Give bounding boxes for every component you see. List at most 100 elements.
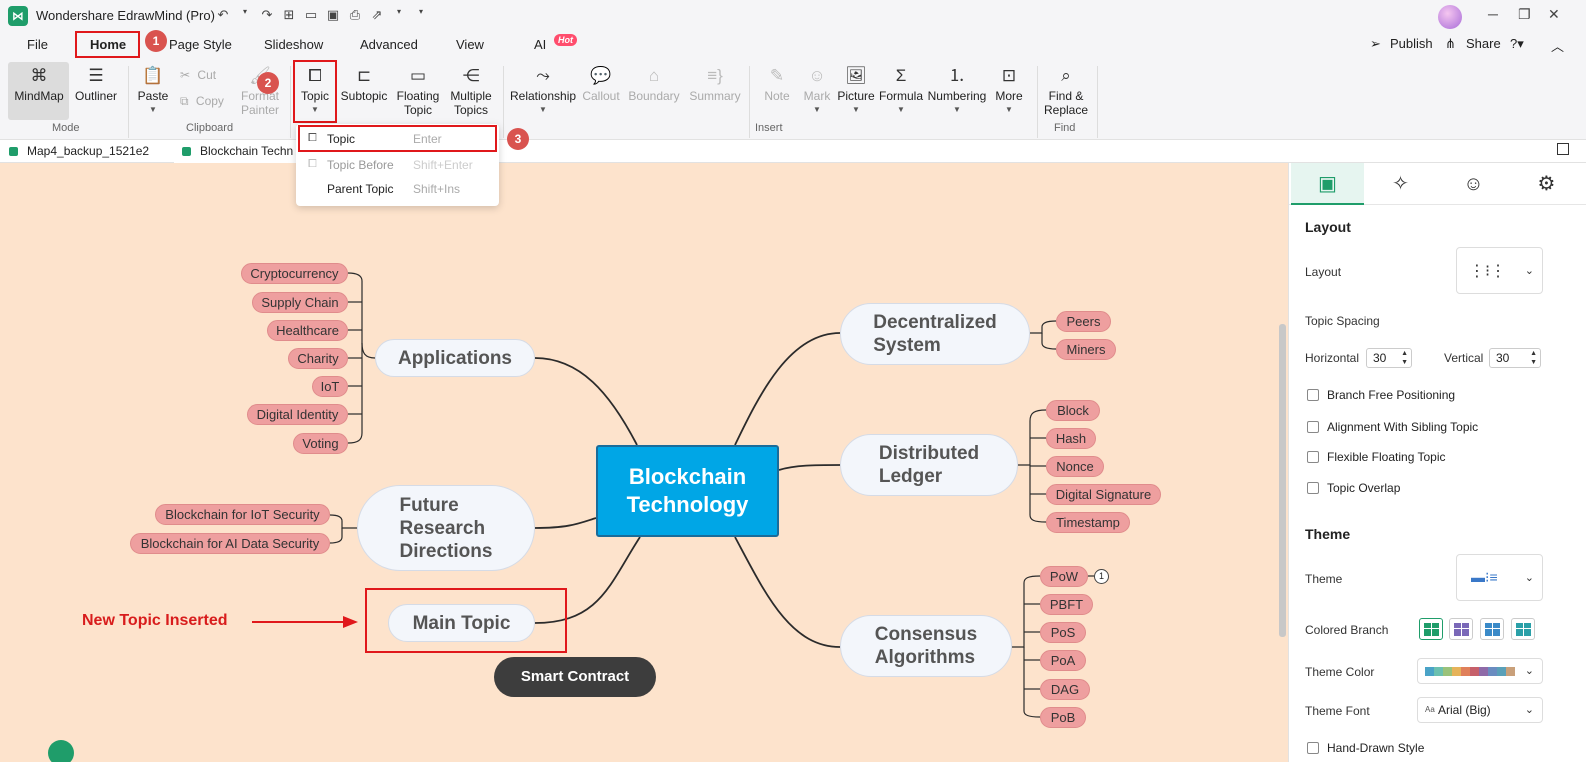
more-button[interactable]: ⊡ More ▼ (992, 66, 1026, 117)
menu-view[interactable]: View (456, 37, 484, 52)
floating-topic-button[interactable]: ▭ Floating Topic (395, 66, 441, 117)
subtopic-hash[interactable]: Hash (1046, 428, 1096, 449)
expand-panel-icon[interactable] (1557, 143, 1569, 155)
mindmap-canvas[interactable]: Blockchain Technology Applications Futur… (0, 163, 1288, 762)
mindmap-mode-button[interactable]: ⌘ MindMap (12, 66, 66, 103)
subtopic-supply-chain[interactable]: Supply Chain (252, 292, 348, 313)
menu-slideshow[interactable]: Slideshow (264, 37, 323, 52)
spinner-arrows-icon[interactable]: ▲ ▼ (1401, 349, 1408, 367)
canvas-scrollbar[interactable] (1279, 324, 1286, 637)
colored-branch-option-2[interactable] (1449, 618, 1473, 640)
user-avatar[interactable] (1438, 5, 1462, 29)
numbering-dropdown-icon[interactable]: ▼ (926, 103, 988, 117)
outliner-mode-button[interactable]: ☰ Outliner (72, 66, 120, 103)
menu-advanced[interactable]: Advanced (360, 37, 418, 52)
colored-branch-option-1[interactable] (1419, 618, 1443, 640)
tab-map4-backup[interactable]: Map4_backup_1521e2 (9, 144, 149, 158)
share-icon[interactable]: ⋔ (1445, 36, 1456, 52)
central-topic[interactable]: Blockchain Technology (596, 445, 779, 537)
subtopic-pow[interactable]: PoW (1040, 566, 1088, 587)
restore-icon[interactable]: ❐ (1518, 6, 1531, 23)
theme-select[interactable]: ▬⁝≡ ⌄ (1456, 554, 1543, 601)
dropdown-item-topic-before[interactable]: ⧠ Topic Before Shift+Enter (296, 152, 499, 176)
colored-branch-option-3[interactable] (1480, 618, 1504, 640)
subtopic-healthcare[interactable]: Healthcare (267, 320, 348, 341)
copy-button[interactable]: ⧉ Copy (180, 94, 224, 109)
topic-future-research[interactable]: Future Research Directions (357, 485, 535, 571)
checkbox-box[interactable] (1307, 482, 1319, 494)
collapse-ribbon-icon[interactable]: ︿ (1551, 36, 1564, 55)
subtopic-dag[interactable]: DAG (1040, 679, 1090, 700)
topic-decentralized-system[interactable]: Decentralized System (840, 303, 1030, 365)
dropdown-item-parent-topic[interactable]: Parent Topic Shift+Ins (296, 176, 499, 200)
callout-button[interactable]: 💬 Callout (580, 66, 622, 103)
boundary-button[interactable]: ⌂ Boundary (626, 66, 682, 103)
topic-distributed-ledger[interactable]: Distributed Ledger (840, 434, 1018, 496)
settings-tab[interactable]: ⚙ (1510, 163, 1583, 205)
menu-file[interactable]: File (27, 37, 48, 52)
subtopic-pbft[interactable]: PBFT (1040, 594, 1093, 615)
customize-icon[interactable]: ▾ (414, 7, 428, 23)
formula-dropdown-icon[interactable]: ▼ (878, 103, 924, 117)
mark-dropdown-icon[interactable]: ▼ (800, 103, 834, 117)
more-dropdown-icon[interactable]: ▼ (992, 103, 1026, 117)
paste-button[interactable]: 📋 Paste ▼ (136, 66, 170, 117)
topic-applications[interactable]: Applications (375, 339, 535, 377)
new-file-icon[interactable]: ⊞ (282, 7, 296, 23)
mark-button[interactable]: ☺ Mark ▼ (800, 66, 834, 117)
ai-tab[interactable]: ✧ (1364, 163, 1437, 205)
horizontal-spacing-input[interactable]: 30 ▲ ▼ (1366, 348, 1412, 368)
help-icon[interactable]: ?▾ (1510, 36, 1524, 52)
find-replace-button[interactable]: ⌕ Find & Replace (1043, 66, 1089, 117)
subtopic-miners[interactable]: Miners (1056, 339, 1116, 360)
redo-icon[interactable]: ↷ (260, 7, 274, 23)
undo-icon[interactable]: ↶ (216, 7, 230, 23)
theme-color-select[interactable]: ⌄ (1417, 658, 1543, 684)
subtopic-nonce[interactable]: Nonce (1046, 456, 1104, 477)
checkbox-box[interactable] (1307, 451, 1319, 463)
open-folder-icon[interactable]: ▭ (304, 7, 318, 23)
spinner-arrows-icon[interactable]: ▲ ▼ (1530, 349, 1537, 367)
multiple-topics-button[interactable]: ⋲ Multiple Topics (447, 66, 495, 117)
floating-topic-smart-contract[interactable]: Smart Contract (494, 657, 656, 697)
relationship-button[interactable]: ⤳ Relationship ▼ (510, 66, 576, 117)
tab-blockchain[interactable]: Blockchain Techn (174, 144, 296, 163)
mark-tab[interactable]: ☺ (1437, 163, 1510, 205)
export-dropdown-icon[interactable]: ▾ (392, 7, 406, 23)
topic-overlap-checkbox[interactable]: Topic Overlap (1307, 481, 1400, 495)
save-icon[interactable]: ▣ (326, 7, 340, 23)
numbering-marker-icon[interactable]: 1 (1094, 569, 1109, 584)
subtopic-cryptocurrency[interactable]: Cryptocurrency (241, 263, 348, 284)
subtopic-peers[interactable]: Peers (1056, 311, 1111, 332)
subtopic-timestamp[interactable]: Timestamp (1046, 512, 1130, 533)
picture-dropdown-icon[interactable]: ▼ (837, 103, 875, 117)
picture-button[interactable]: 🖼 Picture ▼ (837, 66, 875, 117)
colored-branch-option-4[interactable] (1511, 618, 1535, 640)
paste-dropdown-icon[interactable]: ▼ (136, 103, 170, 117)
branch-free-checkbox[interactable]: Branch Free Positioning (1307, 388, 1455, 402)
undo-dropdown-icon[interactable]: ▾ (238, 7, 252, 23)
checkbox-box[interactable] (1307, 389, 1319, 401)
summary-button[interactable]: ≡} Summary (688, 66, 742, 103)
subtopic-pos[interactable]: PoS (1040, 622, 1086, 643)
page-format-tab[interactable]: ▣ (1291, 163, 1364, 205)
alignment-sibling-checkbox[interactable]: Alignment With Sibling Topic (1307, 420, 1478, 434)
export-icon[interactable]: ⇗ (370, 7, 384, 23)
checkbox-box[interactable] (1307, 742, 1319, 754)
subtopic-button[interactable]: ⊏ Subtopic (340, 66, 388, 103)
publish-icon[interactable]: ➢ (1370, 36, 1381, 52)
relationship-dropdown-icon[interactable]: ▼ (510, 103, 576, 117)
layout-select[interactable]: ⋮⁝⋮ ⌄ (1456, 247, 1543, 294)
minimize-icon[interactable]: ─ (1488, 6, 1498, 22)
note-button[interactable]: ✎ Note (760, 66, 794, 103)
vertical-spacing-input[interactable]: 30 ▲ ▼ (1489, 348, 1541, 368)
numbering-button[interactable]: ⒈ Numbering ▼ (926, 66, 988, 117)
subtopic-digital-signature[interactable]: Digital Signature (1046, 484, 1161, 505)
formula-button[interactable]: Σ Formula ▼ (878, 66, 924, 117)
subtopic-iot[interactable]: IoT (312, 376, 348, 397)
menu-page-style[interactable]: Page Style (169, 37, 232, 52)
subtopic-ai-data-security[interactable]: Blockchain for AI Data Security (130, 533, 330, 554)
hand-drawn-checkbox[interactable]: Hand-Drawn Style (1307, 741, 1424, 755)
subtopic-block[interactable]: Block (1046, 400, 1100, 421)
theme-font-select[interactable]: Aa Arial (Big) ⌄ (1417, 697, 1543, 723)
